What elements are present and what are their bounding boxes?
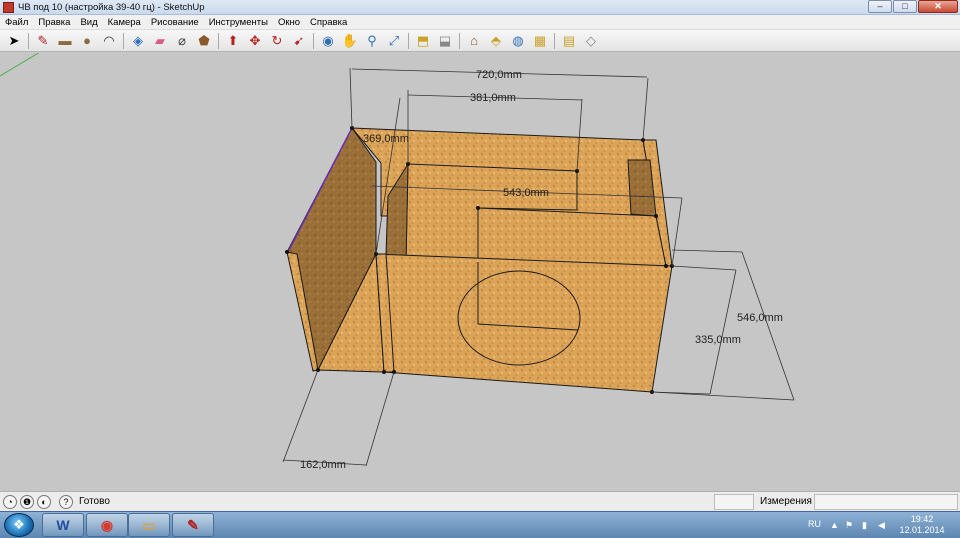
make-component-tool-icon[interactable]: ◈ (128, 32, 148, 50)
port-hole (457, 270, 581, 366)
green-axis-line (0, 53, 40, 77)
main-toolbar: ➤ ✎ ▬ ● ◠ ◈ ▰ ⌀ ⬟ ⬆ ✥ ↻ ➹ ◉ ✋ ⚲ ⤢ ⬒ ⬓ ⌂ ⬘ ◍ ▦ ▤ ◇ (0, 30, 960, 52)
tray-arrow-icon[interactable]: ▲ (830, 520, 839, 530)
menu-edit[interactable]: Правка (33, 17, 75, 28)
windows-taskbar: ❖ W ◉ ▭ ✎ RU ▲ ⚑ ▮ ◀ 19:42 12.01.2014 (0, 511, 960, 538)
close-button[interactable]: ✕ (918, 0, 958, 13)
status-text: Готово (79, 496, 110, 507)
select-tool-icon[interactable]: ➤ (4, 32, 24, 50)
pan-tool-icon[interactable]: ✋ (340, 32, 360, 50)
dim-top-depth-label: 369,0mm (363, 133, 409, 145)
title-bar: ЧВ под 10 (настройка 39-40 гц) - SketchU… (0, 0, 960, 15)
dim-full-height-label: 546,0mm (737, 312, 783, 324)
arc-tool-icon[interactable]: ◠ (99, 32, 119, 50)
dim-inner-width-label: 381,0mm (470, 92, 516, 104)
zoom-tool-icon[interactable]: ⚲ (362, 32, 382, 50)
components-tool-icon[interactable]: ▤ (559, 32, 579, 50)
tape-measure-tool-icon[interactable]: ⌀ (172, 32, 192, 50)
toolbar-separator (313, 32, 314, 49)
menu-bar: Файл Правка Вид Камера Рисование Инструм… (0, 15, 960, 30)
geo-location-icon[interactable]: ◔ (3, 494, 17, 509)
sketchup-taskbar-icon[interactable]: ✎ (172, 513, 214, 537)
toolbar-separator (123, 32, 124, 49)
dim-height-label: 335,0mm (695, 334, 741, 346)
menu-window[interactable]: Окно (273, 17, 305, 28)
tray-volume-icon[interactable]: ◀ (878, 520, 885, 531)
help-icon[interactable]: ? (59, 494, 73, 509)
dim-front-offset-label: 162,0mm (300, 459, 346, 471)
explorer-taskbar-icon[interactable]: ▭ (128, 513, 170, 537)
paint-bucket-tool-icon[interactable]: ⬟ (194, 32, 214, 50)
push-pull-tool-icon[interactable]: ⬆ (223, 32, 243, 50)
google-earth-tool-icon[interactable]: ◍ (508, 32, 528, 50)
start-button[interactable]: ❖ (4, 513, 34, 537)
menu-tools[interactable]: Инструменты (204, 17, 273, 28)
language-indicator[interactable]: RU (808, 519, 821, 529)
system-clock[interactable]: 19:42 12.01.2014 (898, 514, 946, 536)
zoom-extents-tool-icon[interactable]: ⤢ (384, 32, 404, 50)
clock-date: 12.01.2014 (899, 525, 945, 535)
circle-tool-icon[interactable]: ● (77, 32, 97, 50)
word-taskbar-icon[interactable]: W (42, 513, 84, 537)
eraser-tool-icon[interactable]: ▰ (150, 32, 170, 50)
share-model-tool-icon[interactable]: ⬘ (486, 32, 506, 50)
dim-width-label: 720,0mm (476, 69, 522, 81)
orbit-tool-icon[interactable]: ◉ (318, 32, 338, 50)
line-tool-icon[interactable]: ✎ (33, 32, 53, 50)
dim-inner-depth-label: 543,0mm (503, 187, 549, 199)
chrome-taskbar-icon[interactable]: ◉ (86, 513, 128, 537)
toolbar-separator (408, 32, 409, 49)
menu-camera[interactable]: Камера (103, 17, 146, 28)
previous-view-tool-icon[interactable]: ⬒ (413, 32, 433, 50)
menu-file[interactable]: Файл (0, 17, 33, 28)
minimize-button[interactable]: – (868, 0, 892, 13)
window-controls: – □ ✕ (867, 0, 958, 13)
sketchup-app-icon (3, 1, 14, 13)
drawing-viewport[interactable]: 720,0mm 381,0mm 369,0mm 543,0mm 546,0mm … (0, 53, 960, 491)
sign-in-icon[interactable]: ◐ (37, 494, 51, 509)
tray-flag-icon[interactable]: ⚑ (845, 520, 853, 531)
menu-view[interactable]: Вид (75, 17, 102, 28)
measurements-input[interactable] (814, 494, 958, 510)
maximize-button[interactable]: □ (893, 0, 917, 13)
status-bar: ◔ ❶ ◐ ? Готово Измерения (0, 491, 960, 511)
get-models-tool-icon[interactable]: ▦ (530, 32, 550, 50)
menu-draw[interactable]: Рисование (146, 17, 204, 28)
toolbar-separator (28, 32, 29, 49)
3d-warehouse-tool-icon[interactable]: ⌂ (464, 32, 484, 50)
extension-tool-icon[interactable]: ◇ (581, 32, 601, 50)
next-view-tool-icon[interactable]: ⬓ (435, 32, 455, 50)
toolbar-separator (554, 32, 555, 49)
measurements-label: Измерения (760, 496, 812, 507)
credits-icon[interactable]: ❶ (20, 494, 34, 509)
toolbar-separator (459, 32, 460, 49)
follow-me-tool-icon[interactable]: ➹ (289, 32, 309, 50)
model-canvas[interactable]: 720,0mm 381,0mm 369,0mm 543,0mm 546,0mm … (0, 53, 960, 491)
window-title: ЧВ под 10 (настройка 39-40 гц) - SketchU… (18, 1, 205, 13)
rectangle-tool-icon[interactable]: ▬ (55, 32, 75, 50)
rotate-tool-icon[interactable]: ↻ (267, 32, 287, 50)
clock-time: 19:42 (910, 514, 934, 524)
move-tool-icon[interactable]: ✥ (245, 32, 265, 50)
inner-shelf (477, 207, 667, 267)
menu-help[interactable]: Справка (305, 17, 352, 28)
toolbar-separator (218, 32, 219, 49)
status-spacer-field (714, 494, 754, 510)
tray-network-icon[interactable]: ▮ (862, 520, 867, 531)
